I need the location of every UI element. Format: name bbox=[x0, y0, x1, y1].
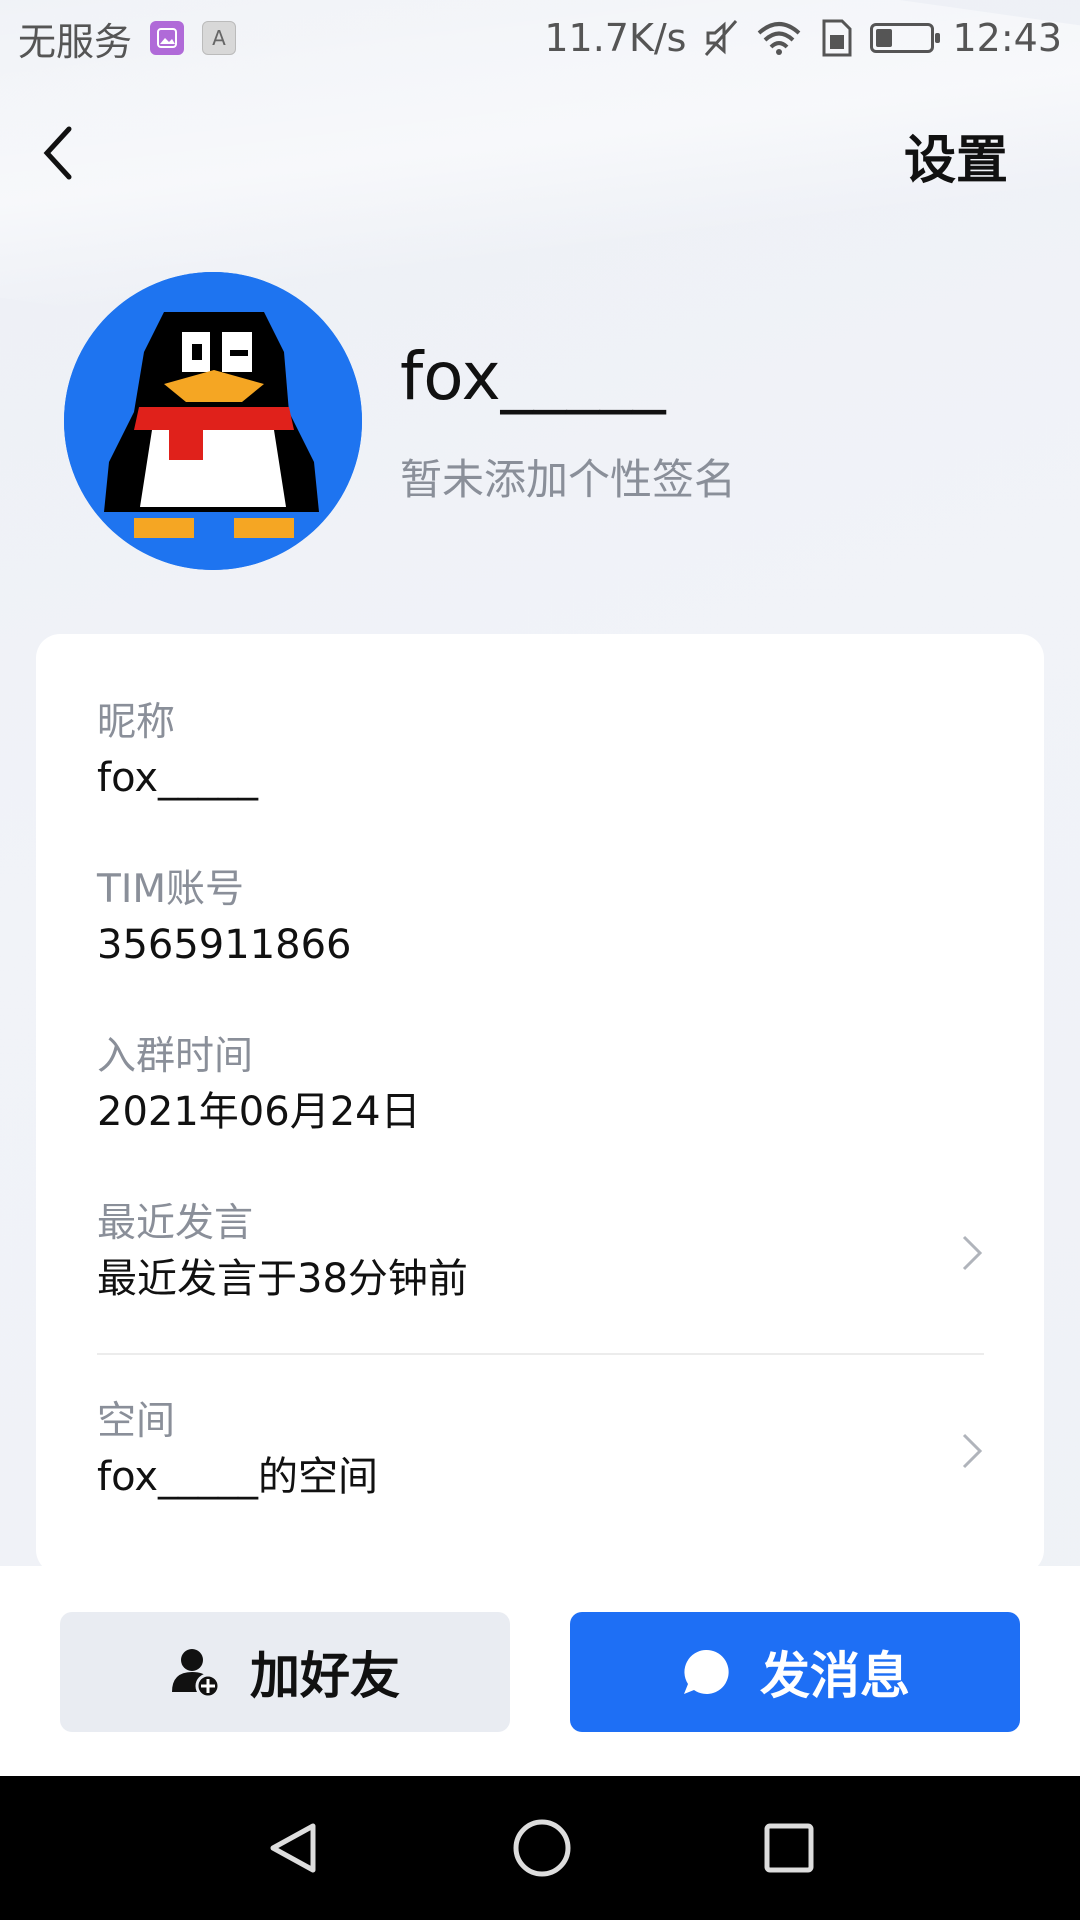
avatar[interactable] bbox=[64, 272, 362, 570]
status-bar: 无服务 A 11.7K/s 12:43 bbox=[0, 0, 1080, 76]
space-value: fox_____的空间 bbox=[97, 1454, 378, 1500]
nav-home-icon[interactable] bbox=[510, 1816, 574, 1880]
info-card: 昵称 fox_____ TIM账号 3565911866 入群时间 2021年0… bbox=[36, 634, 1044, 1574]
nav-back-icon[interactable] bbox=[263, 1818, 323, 1878]
join-time-label: 入群时间 bbox=[97, 1034, 254, 1079]
tim-account-field: TIM账号 3565911866 bbox=[97, 865, 984, 975]
chevron-right-icon bbox=[962, 1235, 983, 1271]
tim-account-value: 3565911866 bbox=[97, 922, 352, 968]
nav-recents-icon[interactable] bbox=[761, 1820, 817, 1876]
action-bar: 加好友 发消息 bbox=[0, 1566, 1080, 1776]
tim-account-label: TIM账号 bbox=[97, 867, 244, 912]
space-row[interactable]: 空间 fox_____的空间 bbox=[97, 1397, 984, 1507]
last-speech-label: 最近发言 bbox=[97, 1201, 254, 1246]
space-label: 空间 bbox=[97, 1399, 176, 1444]
last-speech-value: 最近发言于38分钟前 bbox=[97, 1256, 468, 1302]
last-speech-row[interactable]: 最近发言 最近发言于38分钟前 bbox=[97, 1199, 984, 1309]
carrier-text: 无服务 bbox=[18, 19, 133, 64]
penguin-avatar-icon bbox=[64, 272, 362, 570]
send-message-label: 发消息 bbox=[760, 1647, 910, 1705]
add-friend-button[interactable]: 加好友 bbox=[60, 1612, 510, 1732]
header: 设置 bbox=[0, 100, 1080, 200]
navigation-bar bbox=[0, 1776, 1080, 1920]
back-arrow-icon bbox=[43, 126, 72, 180]
nickname-value: fox_____ bbox=[97, 755, 258, 801]
join-time-value: 2021年06月24日 bbox=[97, 1089, 421, 1135]
wifi-icon bbox=[756, 21, 802, 55]
nickname-label: 昵称 bbox=[97, 700, 176, 745]
back-button[interactable] bbox=[22, 118, 92, 188]
chevron-right-icon bbox=[962, 1433, 983, 1469]
sim-card-icon bbox=[820, 19, 852, 57]
chat-bubble-icon bbox=[684, 1649, 729, 1694]
keyboard-notification-icon: A bbox=[202, 21, 237, 55]
join-time-field: 入群时间 2021年06月24日 bbox=[97, 1032, 984, 1142]
add-user-icon bbox=[172, 1649, 221, 1698]
settings-button[interactable]: 设置 bbox=[904, 118, 1008, 193]
clock-text: 12:43 bbox=[952, 16, 1062, 60]
mute-icon bbox=[704, 19, 738, 57]
add-friend-label: 加好友 bbox=[250, 1647, 400, 1705]
nickname-field: 昵称 fox_____ bbox=[97, 698, 984, 808]
battery-icon bbox=[870, 23, 941, 53]
network-speed-text: 11.7K/s bbox=[544, 16, 687, 60]
profile-signature: 暂未添加个性签名 bbox=[400, 455, 737, 504]
profile-name: fox_____ bbox=[400, 338, 666, 415]
gallery-notification-icon bbox=[150, 21, 185, 55]
send-message-button[interactable]: 发消息 bbox=[570, 1612, 1020, 1732]
divider bbox=[97, 1353, 984, 1355]
